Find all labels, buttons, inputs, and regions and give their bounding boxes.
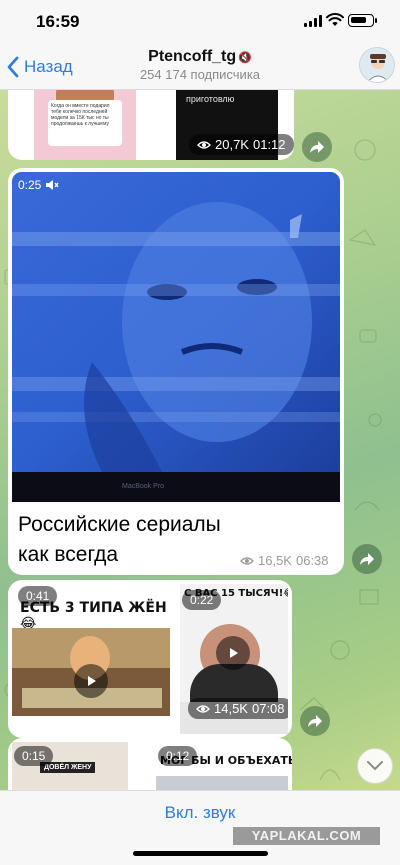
chevron-down-icon — [367, 761, 383, 771]
video-timer-pill: 0:25 — [18, 178, 59, 192]
chat-header: Назад Ptencoff_tg 🔇 254 174 подписчика — [0, 44, 400, 90]
view-duration-pill: 14,5K 07:08 — [188, 698, 288, 719]
video-player[interactable]: MacBook Pro 0:25 — [12, 172, 340, 502]
video-thumbnail-right[interactable]: МОГ БЫ И ОБЪЕХАТЬ😂 0:12 — [156, 742, 292, 790]
views-count: 16,5K — [258, 553, 292, 568]
signal-icon — [304, 15, 322, 27]
play-button[interactable] — [216, 636, 250, 670]
message-meta: 16,5K 06:38 — [240, 553, 329, 568]
mute-icon: 🔇 — [238, 52, 252, 64]
message-bubble-1[interactable]: Когда он вместе подарил тебе колечко пос… — [8, 90, 294, 160]
video-frame — [12, 172, 340, 502]
eye-icon — [240, 556, 254, 565]
video-timer: 0:15 — [14, 746, 54, 766]
chat-area[interactable]: Когда он вместе подарил тебе колечко пос… — [0, 90, 400, 790]
play-icon — [230, 648, 238, 658]
thumbnail-overlay-text: Когда он вместе подарил тебе колечко пос… — [48, 100, 122, 146]
share-button-1[interactable] — [302, 132, 332, 162]
views-count: 14,5K — [214, 701, 248, 716]
message-bubble-2[interactable]: MacBook Pro 0:25 Российские сериалы как … — [8, 168, 344, 575]
thumbnail-title: приготовлю — [186, 94, 235, 104]
status-time: 16:59 — [36, 12, 80, 31]
share-icon — [310, 141, 324, 153]
sound-off-icon[interactable] — [45, 179, 59, 191]
video-thumbnail-left[interactable]: ДОВЁЛ ЖЕНУ 0:15 — [12, 742, 128, 790]
message-bubble-3[interactable]: ЕСТЬ 3 ТИПА ЖЁН😂 0:41 С ВАС 15 ТЫСЯЧ!😂 0… — [8, 580, 292, 738]
video-timer: 0:12 — [158, 746, 198, 766]
bottom-bar: Вкл. звук YAPLAKAL.COM — [0, 790, 400, 865]
site-watermark: YAPLAKAL.COM — [233, 827, 380, 845]
eye-icon — [196, 704, 210, 713]
subscriber-count: 254 174 подписчика — [139, 67, 261, 82]
views-count: 20,7K — [215, 137, 249, 152]
video-timer: 0:25 — [18, 178, 42, 192]
share-icon — [308, 715, 322, 727]
status-bar: 16:59 — [0, 0, 400, 44]
message-bubble-4[interactable]: ДОВЁЛ ЖЕНУ 0:15 МОГ БЫ И ОБЪЕХАТЬ😂 0:12 — [8, 738, 292, 790]
share-icon — [360, 553, 374, 565]
video-timer: 0:22 — [182, 590, 222, 610]
wifi-icon — [326, 13, 344, 26]
channel-avatar[interactable] — [359, 47, 395, 83]
video-thumbnail-left[interactable]: ЕСТЬ 3 ТИПА ЖЁН😂 0:41 — [12, 584, 170, 734]
share-button-2[interactable] — [352, 544, 382, 574]
message-caption: Российские сериалы как всегда великолепн… — [18, 513, 221, 575]
home-indicator — [133, 851, 268, 856]
view-duration-pill: 20,7K 01:12 — [189, 134, 294, 155]
video-thumbnail-right[interactable]: С ВАС 15 ТЫСЯЧ!😂 0:22 14,5K 07:08 — [180, 584, 288, 734]
battery-level — [351, 17, 366, 23]
channel-title[interactable]: Ptencoff_tg 🔇 — [0, 48, 400, 66]
enable-sound-button[interactable]: Вкл. звук — [0, 803, 400, 823]
video-timer: 0:41 — [18, 586, 58, 606]
scroll-down-button[interactable] — [357, 748, 393, 784]
video-duration: 01:12 — [252, 137, 286, 152]
video-duration: 07:08 — [251, 701, 285, 716]
laptop-watermark: MacBook Pro — [122, 483, 165, 490]
battery-icon — [348, 14, 377, 27]
channel-name: Ptencoff_tg — [148, 48, 237, 65]
share-button-3[interactable] — [300, 706, 330, 736]
video-thumbnail-left[interactable]: Когда он вместе подарил тебе колечко пос… — [34, 90, 136, 160]
post-time: 06:38 — [295, 553, 329, 568]
eye-icon — [197, 140, 211, 149]
play-button[interactable] — [74, 664, 108, 698]
play-icon — [88, 676, 96, 686]
